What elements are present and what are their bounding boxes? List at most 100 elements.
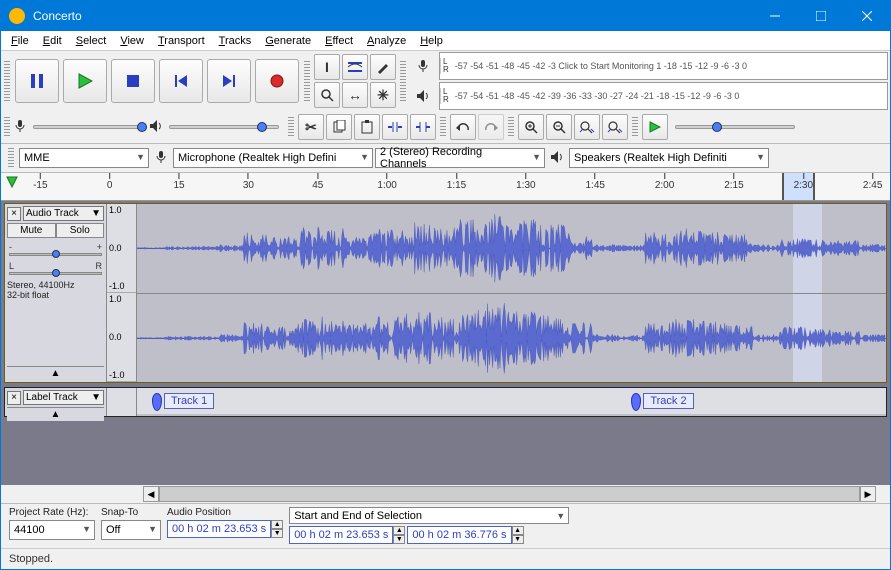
skip-end-button[interactable] [207, 59, 251, 103]
window-title: Concerto [33, 9, 752, 23]
close-button[interactable] [844, 1, 890, 31]
timeline[interactable]: -1501530451:001:151:301:452:002:152:302:… [1, 173, 890, 201]
audio-host-combo[interactable]: MME [19, 148, 149, 168]
grip[interactable] [632, 117, 638, 137]
recording-channels-combo[interactable]: 2 (Stereo) Recording Channels [375, 148, 545, 168]
solo-button[interactable]: Solo [56, 223, 105, 238]
spin-down[interactable]: ▼ [271, 529, 283, 538]
zoom-in-button[interactable] [518, 114, 544, 140]
recording-volume-slider[interactable] [33, 125, 143, 129]
menu-help[interactable]: Help [414, 33, 449, 49]
label-pin-icon[interactable] [152, 393, 162, 411]
selection-mode-combo[interactable]: Start and End of Selection [289, 507, 569, 524]
pan-slider[interactable]: LR [9, 261, 102, 276]
recording-device-combo[interactable]: Microphone (Realtek High Defini [173, 148, 373, 168]
envelope-tool-button[interactable] [342, 54, 368, 80]
timeline-ruler[interactable]: -1501530451:001:151:301:452:002:152:302:… [23, 173, 890, 200]
grip[interactable] [400, 61, 406, 101]
menu-file[interactable]: File [5, 33, 35, 49]
menu-effect[interactable]: Effect [319, 33, 359, 49]
label-text[interactable]: Track 1 [164, 393, 214, 409]
mute-button[interactable]: Mute [7, 223, 56, 238]
app-logo-icon [9, 8, 25, 24]
maximize-button[interactable] [798, 1, 844, 31]
menu-select[interactable]: Select [70, 33, 113, 49]
playback-meter[interactable]: LR -57 -54 -51 -48 -45 -42 -39 -36 -33 -… [439, 82, 888, 110]
timeline-pin-button[interactable] [1, 173, 23, 200]
selection-start-field[interactable]: 00 h 02 m 23.653 s ▲▼ [289, 526, 405, 544]
pause-button[interactable] [15, 59, 59, 103]
spin-down[interactable]: ▼ [512, 535, 524, 544]
menu-generate[interactable]: Generate [259, 33, 317, 49]
playback-volume-slider[interactable] [169, 125, 279, 129]
copy-button[interactable] [326, 114, 352, 140]
waveform-channel-left[interactable] [137, 204, 886, 294]
titlebar: Concerto [1, 1, 890, 31]
project-rate-label: Project Rate (Hz): [9, 507, 95, 518]
scroll-right-button[interactable]: ▶ [860, 486, 876, 502]
menu-analyze[interactable]: Analyze [361, 33, 412, 49]
undo-button[interactable] [450, 114, 476, 140]
scroll-left-button[interactable]: ◀ [143, 486, 159, 502]
cut-button[interactable]: ✂ [298, 114, 324, 140]
grip[interactable] [304, 61, 310, 101]
label-marker-2[interactable]: Track 2 [631, 390, 693, 411]
label-pin-icon[interactable] [631, 393, 641, 411]
silence-button[interactable] [410, 114, 436, 140]
track-menu-button[interactable]: Audio Track▼ [23, 206, 104, 221]
label-text[interactable]: Track 2 [643, 393, 693, 409]
project-rate-combo[interactable]: 44100 [9, 520, 95, 540]
track-collapse-button[interactable]: ▲ [7, 366, 104, 380]
label-track-close-button[interactable]: × [7, 391, 21, 405]
zoom-out-button[interactable] [546, 114, 572, 140]
spin-up[interactable]: ▲ [393, 526, 405, 535]
timeshift-tool-button[interactable]: ↔ [342, 82, 368, 108]
track-close-button[interactable]: × [7, 207, 21, 221]
record-button[interactable] [255, 59, 299, 103]
gain-slider[interactable]: -+ [9, 242, 102, 257]
playback-device-combo[interactable]: Speakers (Realtek High Definiti [569, 148, 769, 168]
stop-button[interactable] [111, 59, 155, 103]
menu-view[interactable]: View [114, 33, 150, 49]
spin-up[interactable]: ▲ [271, 520, 283, 529]
grip[interactable] [288, 117, 294, 137]
menu-transport[interactable]: Transport [152, 33, 211, 49]
recording-meter[interactable]: LR -57 -54 -51 -48 -45 -42 -3 Click to S… [439, 52, 888, 80]
label-lane[interactable]: Track 1 Track 2 [137, 388, 886, 414]
trim-button[interactable] [382, 114, 408, 140]
minimize-button[interactable] [752, 1, 798, 31]
multi-tool-button[interactable]: ✳ [370, 82, 396, 108]
play-at-speed-button[interactable] [642, 114, 668, 140]
label-track-collapse-button[interactable]: ▲ [7, 407, 104, 421]
selection-end-field[interactable]: 00 h 02 m 36.776 s ▲▼ [407, 526, 523, 544]
grip[interactable] [8, 148, 14, 168]
fit-project-button[interactable] [602, 114, 628, 140]
redo-button[interactable] [478, 114, 504, 140]
waveform-area[interactable] [137, 204, 886, 382]
play-button[interactable] [63, 59, 107, 103]
spin-up[interactable]: ▲ [512, 526, 524, 535]
label-marker-1[interactable]: Track 1 [152, 390, 214, 411]
spin-down[interactable]: ▼ [393, 535, 405, 544]
menu-edit[interactable]: Edit [37, 33, 68, 49]
waveform-channel-right[interactable] [137, 294, 886, 383]
snap-to-combo[interactable]: Off [101, 520, 161, 540]
play-speed-slider[interactable] [675, 125, 795, 129]
horizontal-scrollbar[interactable] [159, 486, 860, 502]
grip[interactable] [440, 117, 446, 137]
fit-selection-button[interactable] [574, 114, 600, 140]
skip-start-button[interactable] [159, 59, 203, 103]
grip[interactable] [4, 117, 10, 137]
grip[interactable] [508, 117, 514, 137]
menu-tracks[interactable]: Tracks [213, 33, 258, 49]
label-track-menu-button[interactable]: Label Track▼ [23, 390, 104, 405]
vertical-scale[interactable]: 1.00.0-1.0 1.00.0-1.0 [107, 204, 137, 382]
grip[interactable] [4, 61, 10, 101]
mic-meter-icon[interactable] [410, 53, 436, 79]
zoom-tool-button[interactable] [314, 82, 340, 108]
selection-tool-button[interactable]: I [314, 54, 340, 80]
speaker-meter-icon[interactable] [410, 83, 436, 109]
draw-tool-button[interactable] [370, 54, 396, 80]
audio-position-field[interactable]: 00 h 02 m 23.653 s ▲▼ [167, 520, 283, 538]
paste-button[interactable] [354, 114, 380, 140]
